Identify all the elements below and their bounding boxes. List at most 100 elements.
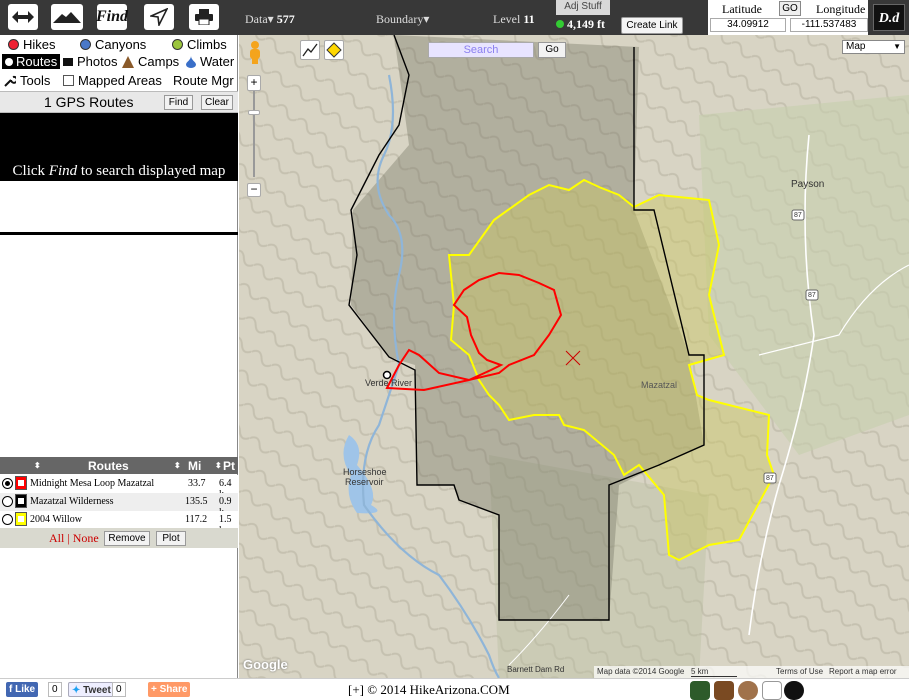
latitude-label: Latitude (722, 2, 762, 16)
hikes-toggle[interactable]: Hikes (8, 37, 56, 52)
mapped-areas-checkbox[interactable]: Mapped Areas (63, 73, 162, 88)
facebook-like-button[interactable]: f Like (6, 682, 39, 697)
longitude-input[interactable]: -111.537483 (790, 18, 868, 32)
select-all-link[interactable]: All (49, 531, 64, 545)
climbs-toggle[interactable]: Climbs (172, 37, 227, 52)
routes-icon (5, 58, 13, 66)
zoom-in-button[interactable]: + (247, 75, 261, 91)
select-none-link[interactable]: None (73, 531, 99, 545)
search-hint: Click Find to search displayed map (12, 163, 226, 179)
payson-label: Payson (791, 179, 825, 190)
verde-river-label: Verde River (365, 378, 413, 388)
plus-icon: + (151, 684, 160, 695)
routes-toggle[interactable]: Routes (2, 54, 61, 69)
table-row[interactable]: 2004 Willow 117.2 1.5 k (0, 511, 238, 536)
scale-bar: 5 km (691, 667, 737, 677)
zoom-slider-track[interactable] (253, 91, 255, 177)
adj-stuff-button[interactable]: Adj Stuff (556, 0, 610, 15)
color-swatch[interactable] (15, 512, 27, 526)
terrain-button[interactable] (51, 4, 83, 30)
coord-format-button[interactable]: D.d (873, 4, 905, 31)
coord-go-button[interactable]: GO (779, 1, 801, 16)
canyons-toggle[interactable]: Canyons (80, 37, 146, 52)
draw-line-tool[interactable] (300, 40, 320, 60)
route-radio[interactable] (2, 496, 13, 507)
color-swatch[interactable] (15, 476, 27, 490)
street-view-pegman-icon[interactable] (247, 40, 269, 70)
print-button[interactable] (189, 4, 219, 30)
twitter-bird-icon: ✦ (72, 685, 84, 696)
wrench-icon (4, 75, 16, 87)
navigate-button[interactable] (144, 4, 174, 30)
water-toggle[interactable]: Water (186, 54, 234, 69)
route-mgr-link[interactable]: Route Mgr (173, 73, 234, 88)
terrain-map (239, 35, 909, 678)
expand-link[interactable]: [+] (348, 682, 364, 697)
divider (0, 232, 238, 235)
barnett-dam-label: Barnett Dam Rd (507, 665, 565, 674)
remove-button[interactable]: Remove (104, 531, 150, 546)
hiker-icon[interactable] (784, 681, 804, 700)
gps-routes-header: 1 GPS Routes Find Clear (0, 91, 238, 113)
elevation-readout: 4,149 ft (556, 17, 605, 32)
blm-icon[interactable] (738, 681, 758, 700)
boundary-dropdown[interactable]: Boundary▾ (376, 12, 429, 27)
map-type-select[interactable]: Map ▼ (842, 40, 905, 54)
footer-bar: f Like 0 ✦ Tweet 0 + Share [+] © 2014 Hi… (0, 678, 909, 700)
route-radio-selected[interactable] (2, 478, 13, 489)
camps-toggle[interactable]: Camps (122, 54, 179, 69)
longitude-label: Longitude (816, 2, 866, 16)
tent-icon (122, 55, 134, 68)
horseshoe-label: Horseshoe (343, 467, 387, 477)
checkbox-icon (63, 75, 74, 86)
map-canvas[interactable]: + − Search Go Map ▼ Payson Verde River Ho… (239, 35, 909, 678)
routes-table-footer: All | None Remove Plot (0, 528, 238, 548)
color-swatch[interactable] (15, 494, 27, 508)
nps-arrowhead-icon[interactable] (714, 681, 734, 700)
route-radio[interactable] (2, 514, 13, 525)
coordinate-panel: Latitude GO Longitude 34.09912 -111.5374… (708, 0, 868, 35)
printer-icon (195, 9, 213, 25)
tools-toggle[interactable]: Tools (4, 73, 50, 88)
zoom-level: Level 11 (493, 12, 535, 26)
map-search-input[interactable]: Search (428, 42, 534, 58)
miles-column-header[interactable]: Mi (188, 459, 201, 473)
photos-toggle[interactable]: Photos (63, 54, 117, 69)
routes-column-header[interactable]: Routes (88, 459, 129, 473)
tweet-button[interactable]: ✦ Tweet (68, 682, 115, 697)
toggle-panel-button[interactable] (8, 4, 38, 30)
terms-link[interactable]: Terms of Use (776, 667, 823, 676)
create-link-button[interactable]: Create Link (621, 17, 683, 34)
top-toolbar: Find Data▾ 577 Boundary▾ Level 11 Adj St… (0, 0, 909, 35)
plot-button[interactable]: Plot (156, 531, 186, 546)
polyline-icon (302, 43, 318, 57)
points-column-header[interactable]: Pt (223, 459, 235, 473)
copyright: [+] © 2014 HikeArizona.COM (348, 682, 510, 697)
zoom-out-button[interactable]: − (247, 183, 261, 197)
double-arrow-icon (12, 11, 34, 23)
data-dropdown[interactable]: Data▾ 577 (245, 12, 295, 27)
diamond-icon (326, 42, 342, 58)
navigation-arrow-icon (150, 8, 168, 26)
clear-routes-button[interactable]: Clear (201, 95, 233, 110)
report-error-link[interactable]: Report a map error (829, 667, 897, 676)
forest-service-icon[interactable] (690, 681, 710, 700)
share-button[interactable]: + Share (148, 682, 191, 697)
paw-print-icon[interactable] (762, 681, 782, 700)
canyons-icon (80, 39, 91, 50)
map-search-go-button[interactable]: Go (538, 42, 566, 58)
find-button[interactable]: Find (96, 4, 128, 30)
map-data-credit: Map data ©2014 Google (597, 667, 685, 676)
google-logo: Google (243, 657, 288, 672)
tweet-count: 0 (112, 682, 126, 697)
find-routes-button[interactable]: Find (164, 95, 193, 110)
table-row[interactable]: Midnight Mesa Loop Mazatzal 33.7 6.4 k (0, 475, 238, 500)
zoom-slider-handle[interactable] (248, 110, 260, 115)
routes-table-header: ⬍ Routes ⬍ Mi ⬍ Pt (0, 457, 238, 474)
mazatzal-label: Mazatzal (641, 380, 678, 390)
hikes-icon (8, 39, 19, 50)
latitude-input[interactable]: 34.09912 (710, 18, 786, 32)
climbs-icon (172, 39, 183, 50)
waypoint-tool[interactable] (324, 40, 344, 60)
table-row[interactable]: Mazatzal Wilderness 135.5 0.9 k (0, 493, 238, 518)
